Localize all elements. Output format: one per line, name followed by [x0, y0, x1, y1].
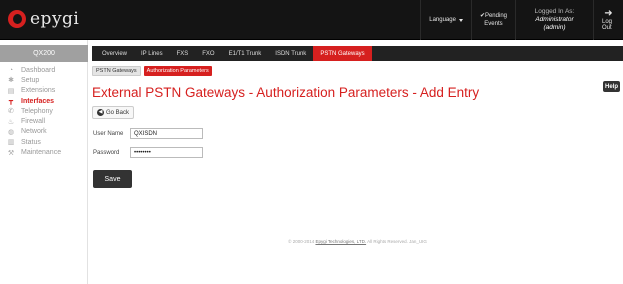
sidebar-item-label: Interfaces [21, 97, 55, 105]
save-button[interactable]: Save [93, 170, 132, 188]
tab-isdn-trunk[interactable]: ISDN Trunk [268, 46, 313, 61]
logo-text: epygi [30, 9, 80, 29]
sidebar-item-firewall[interactable]: ♨ Firewall [0, 116, 88, 126]
sidebar-item-label: Extensions [21, 87, 56, 95]
epygi-logo[interactable]: epygi [8, 8, 79, 30]
tab-fxo[interactable]: FXO [195, 46, 221, 61]
logo-mark-icon [8, 10, 26, 28]
username-field[interactable]: QXISDN [130, 128, 203, 139]
tab-pstn-gateways[interactable]: PSTN Gateways [313, 46, 372, 61]
tab-fxs[interactable]: FXS [170, 46, 196, 61]
extensions-icon: ▤ [7, 87, 15, 95]
tab-ip-lines[interactable]: IP Lines [134, 46, 170, 61]
footer-company-link[interactable]: Epygi Technologies, LTD. [315, 239, 366, 244]
sidebar-item-extensions[interactable]: ▤ Extensions [0, 86, 88, 96]
help-button[interactable]: Help [603, 81, 620, 92]
sidebar-item-label: Setup [21, 76, 40, 84]
footer-copyright: © 2000-2014 [288, 239, 316, 244]
username-label: User Name [93, 130, 124, 137]
subtab-pstn-gateways[interactable]: PSTN Gateways [92, 66, 141, 76]
back-arrow-icon: ◀ [97, 109, 104, 116]
sidebar-item-network[interactable]: ◍ Network [0, 127, 88, 137]
footer-rights: All Rights Reserved. Jan_UIG [366, 239, 427, 244]
bar-chart-icon: ▥ [7, 139, 15, 147]
dashboard-icon: ◔ [8, 66, 14, 74]
sidebar: QX200 ◔ Dashboard ✱ Setup ▤ Extensions ┳… [0, 40, 88, 284]
username-row: User Name QXISDN [93, 128, 203, 139]
pending-sub-label: Events [484, 21, 503, 27]
interfaces-tab-bar: Overview IP Lines FXS FXO E1/T1 Trunk IS… [92, 46, 623, 61]
fire-icon: ♨ [7, 118, 15, 126]
language-label: Language [429, 17, 456, 23]
sidebar-item-label: Maintenance [21, 149, 62, 157]
sidebar-item-label: Dashboard [21, 66, 56, 74]
top-bar: epygi Language ✔Pending Events Logged In… [0, 0, 623, 40]
sidebar-item-status[interactable]: ▥ Status [0, 137, 88, 147]
subtab-authorization-parameters[interactable]: Authorization Parameters [143, 66, 212, 76]
sidebar-item-maintenance[interactable]: ⚒ Maintenance [0, 147, 88, 157]
tab-e1-t1-trunk[interactable]: E1/T1 Trunk [222, 46, 269, 61]
sidebar-item-interfaces[interactable]: ┳ Interfaces [0, 96, 88, 106]
sidebar-nav: ◔ Dashboard ✱ Setup ▤ Extensions ┳ Inter… [0, 65, 88, 158]
subtab-bar: PSTN Gateways Authorization Parameters [92, 66, 212, 76]
password-field[interactable]: •••••••• [130, 147, 203, 158]
device-name: QX200 [0, 45, 88, 62]
sidebar-item-label: Network [21, 128, 47, 136]
top-right-menu: Language ✔Pending Events Logged In As: A… [420, 0, 623, 40]
go-back-button[interactable]: ◀ Go Back [92, 106, 135, 119]
sidebar-item-label: Status [21, 138, 41, 146]
go-back-label: Go Back [106, 109, 130, 116]
interfaces-icon: ┳ [8, 98, 14, 106]
sidebar-item-label: Firewall [21, 118, 46, 126]
sidebar-item-setup[interactable]: ✱ Setup [0, 75, 88, 85]
logout-icon: ➜ [604, 8, 613, 19]
footer: © 2000-2014 Epygi Technologies, LTD. All… [92, 239, 623, 244]
wrench-icon: ⚒ [7, 149, 15, 157]
password-label: Password [93, 149, 120, 156]
password-row: Password •••••••• [93, 147, 203, 158]
logged-in-label: Logged In As: [534, 8, 575, 15]
logout-button[interactable]: ➜ Log Out [593, 0, 623, 40]
globe-icon: ◍ [7, 128, 15, 136]
chevron-down-icon [458, 18, 463, 22]
language-menu[interactable]: Language [420, 0, 471, 40]
logged-in-info: Logged In As: Administrator (admin) [515, 0, 593, 40]
phone-icon: ✆ [8, 108, 14, 116]
logout-label: Log Out [602, 19, 613, 31]
sidebar-item-telephony[interactable]: ✆ Telephony [0, 106, 88, 116]
gear-icon: ✱ [8, 77, 14, 85]
pending-label: Pending [484, 13, 507, 19]
page-title: External PSTN Gateways - Authorization P… [92, 85, 480, 100]
logged-in-user: Administrator (admin) [535, 16, 574, 31]
sidebar-item-dashboard[interactable]: ◔ Dashboard [0, 65, 88, 75]
tab-overview[interactable]: Overview [95, 46, 134, 61]
sidebar-item-label: Telephony [21, 107, 53, 115]
pending-events[interactable]: ✔Pending Events [470, 0, 515, 40]
